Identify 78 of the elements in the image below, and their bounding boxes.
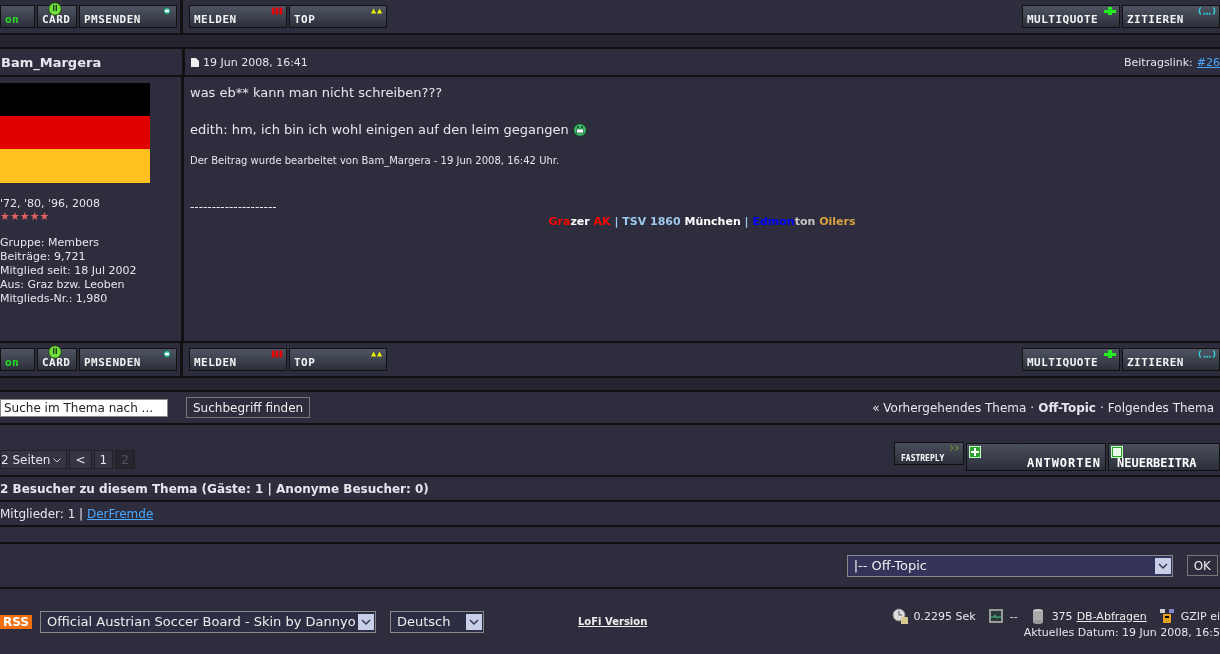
language-select[interactable]: Deutsch: [390, 610, 484, 633]
card-button[interactable]: CARD: [37, 5, 77, 28]
document-icon: [191, 57, 199, 67]
smiley-icon: [161, 350, 173, 358]
separator-dot: ·: [1030, 400, 1035, 415]
search-button[interactable]: Suchbegriff finden: [186, 397, 311, 418]
smiley-icon: [161, 7, 173, 15]
member-link[interactable]: DerFremde: [86, 506, 154, 521]
double-chevron-icon: [950, 445, 960, 451]
post-link-label: Beitragslink:: [1123, 55, 1193, 69]
members-label: Mitglieder: 1 |: [0, 506, 84, 521]
search-field[interactable]: Suche im Thema nach ...: [0, 398, 168, 417]
smiley-icon: [48, 2, 62, 16]
stat-text: 375: [1051, 609, 1073, 623]
plus-icon: [1104, 350, 1116, 358]
forum-name[interactable]: Off-Topic: [1038, 400, 1096, 415]
post-text: edith: hm, ich bin ich wohl einigen auf den leim gegangen: [190, 121, 569, 139]
quote-button[interactable]: ZITIEREN: [1122, 348, 1220, 371]
previous-page-button[interactable]: <: [69, 450, 92, 469]
edit-note: Der Beitrag wurde bearbeitet von Bam_Margera - 19 Jun 2008, 16:42 Uhr.: [190, 155, 561, 166]
compress-icon: [1158, 608, 1175, 624]
pages-dropdown[interactable]: 2 Seiten: [0, 450, 68, 469]
topic-link[interactable]: Folgendes Thema: [1107, 400, 1214, 415]
quote-button[interactable]: ZITIEREN: [1122, 5, 1220, 28]
stat-text: --: [1009, 609, 1018, 623]
stat-text: 0.2295 Sek: [913, 609, 976, 623]
member-info: Gruppe: Members: [0, 236, 100, 250]
square-icon: [1111, 446, 1123, 458]
member-info: Mitglied seit: 18 Jul 2002: [0, 264, 138, 278]
author-name[interactable]: Bam_Margera: [1, 54, 102, 70]
ok-button[interactable]: OK: [1186, 555, 1218, 576]
member-info: Aus: Graz bzw. Leoben: [0, 278, 126, 292]
member-info: Beiträge: 9,721: [0, 250, 87, 264]
signature-rule: --------------------: [190, 200, 277, 214]
lofi-link[interactable]: LoFi Version: [578, 616, 648, 627]
post-link[interactable]: #26: [1196, 55, 1220, 69]
pm-button[interactable]: PMSENDEN: [79, 5, 177, 28]
plus-icon: [969, 446, 981, 458]
fastreply-button[interactable]: FASTREPLY: [894, 442, 964, 465]
rating-stars: ★★★★★: [0, 211, 50, 222]
top-button[interactable]: TOP: [289, 348, 387, 371]
current-date: Aktuelles Datum: 19 Jun 2008, 16:5: [1023, 626, 1220, 639]
post-date: 19 Jun 2008, 16:41: [203, 55, 308, 69]
stat-text: GZIP ei: [1180, 609, 1220, 623]
monitor-icon: [987, 608, 1004, 624]
reply-button[interactable]: ANTWORTEN: [966, 443, 1106, 471]
page-button[interactable]: 1: [93, 450, 114, 469]
smiley-icon: [48, 345, 62, 359]
forum-jump-select[interactable]: |-- Off-Topic: [846, 554, 1173, 577]
exclamation-icon: [271, 350, 283, 358]
pm-button[interactable]: PMSENDEN: [79, 348, 177, 371]
signature: Grazer AK | TSV 1860 München | Edmonton Oilers: [548, 215, 856, 228]
exclamation-icon: [271, 7, 283, 15]
report-button[interactable]: MELDEN: [189, 348, 287, 371]
multiquote-button[interactable]: MULTIQUOTE: [1022, 348, 1120, 371]
member-info: Mitglieds-Nr.: 1,980: [0, 292, 109, 306]
clock-icon: [891, 608, 908, 624]
up-arrows-icon: [371, 7, 383, 15]
post-text: was eb** kann man nicht schreiben???: [190, 84, 443, 102]
card-button[interactable]: CARD: [37, 348, 77, 371]
plus-icon: [1104, 7, 1116, 15]
multiquote-button[interactable]: MULTIQUOTE: [1022, 5, 1120, 28]
stat-link[interactable]: DB-Abfragen: [1076, 609, 1147, 623]
skin-select[interactable]: Official Austrian Soccer Board - Skin by Dannyo: [40, 610, 376, 633]
online-status[interactable]: on: [0, 5, 35, 28]
visitors-heading: 2 Besucher zu diesem Thema (Gäste: 1 | Anonyme Besucher: 0): [0, 477, 1220, 502]
smiley-icon: [572, 123, 587, 137]
online-status[interactable]: on: [0, 348, 35, 371]
member-title: '72, '80, '96, 2008: [0, 197, 102, 211]
topic-link[interactable]: « Vorhergehendes Thema: [872, 400, 1027, 415]
report-button[interactable]: MELDEN: [189, 5, 287, 28]
top-button[interactable]: TOP: [289, 5, 387, 28]
caret-icon: [53, 457, 62, 463]
quote-icon: [1198, 7, 1216, 15]
up-arrows-icon: [371, 350, 383, 358]
new-post-button[interactable]: NEUERBEITRA: [1108, 443, 1220, 471]
separator-dot: ·: [1100, 400, 1104, 415]
quote-icon: [1198, 350, 1216, 358]
